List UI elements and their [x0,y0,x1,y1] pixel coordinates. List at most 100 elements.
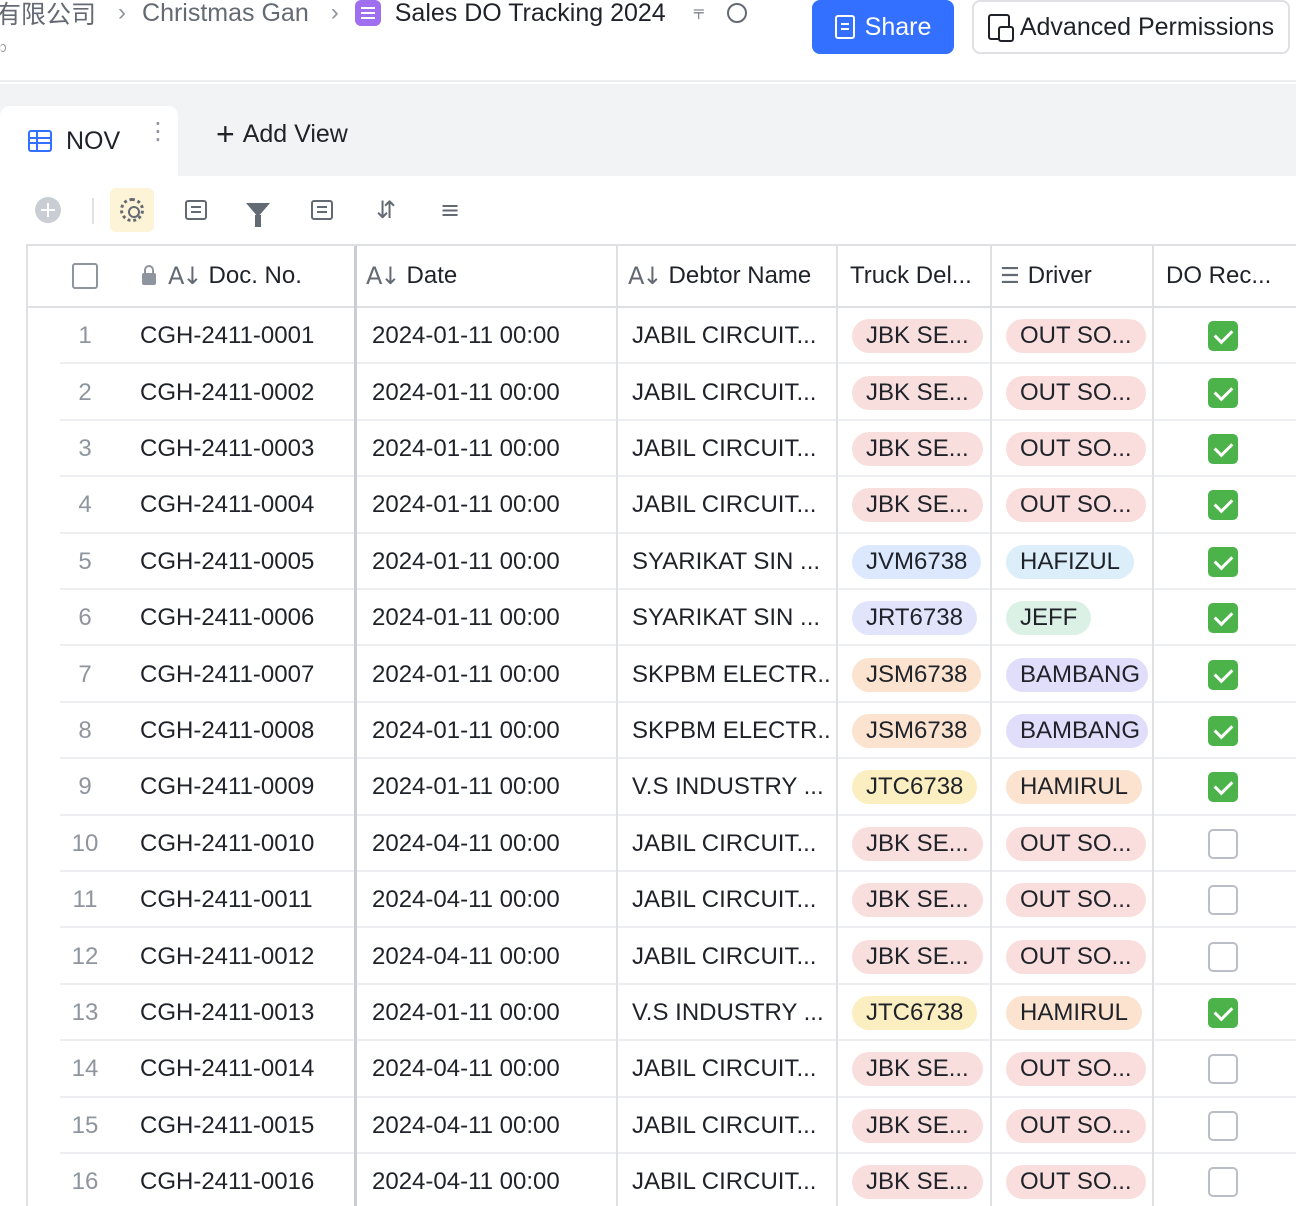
driver-cell[interactable]: OUT SO... [1006,872,1148,928]
table-row[interactable]: 6 CGH-2411-0006 2024-01-11 00:00 SYARIKAT S… [28,590,1296,647]
table-row[interactable]: 13 CGH-2411-0013 2024-01-11 00:00 V.S INDUS… [28,985,1296,1042]
debtor-cell[interactable]: JABIL CIRCUIT... [632,477,832,533]
truck-cell[interactable]: JTC6738 [852,985,986,1041]
breadcrumb-document[interactable]: Sales DO Tracking 2024 [395,0,666,28]
doc-no-cell[interactable]: CGH-2411-0013 [140,985,350,1041]
debtor-cell[interactable]: V.S INDUSTRY ... [632,759,832,815]
date-cell[interactable]: 2024-01-11 00:00 [372,477,612,533]
do-received-checkbox[interactable] [1208,715,1238,746]
date-cell[interactable]: 2024-04-11 00:00 [372,872,612,928]
sort-button[interactable]: ⇵ [364,188,408,232]
row-height-button[interactable]: ≡ [428,188,472,232]
doc-no-cell[interactable]: CGH-2411-0004 [140,477,350,533]
settings-button[interactable] [110,188,154,232]
driver-cell[interactable]: OUT SO... [1006,364,1148,420]
do-received-cell[interactable] [1208,646,1248,702]
doc-no-cell[interactable]: CGH-2411-0003 [140,421,350,477]
do-received-checkbox[interactable] [1208,772,1238,803]
breadcrumb-org[interactable]: 有限公司 [0,0,96,31]
doc-no-cell[interactable]: CGH-2411-0012 [140,928,350,984]
table-row[interactable]: 12 CGH-2411-0012 2024-04-11 00:00 JABIL CIR… [28,928,1296,985]
column-header-truck[interactable]: Truck Del... [850,246,1000,306]
doc-no-cell[interactable]: CGH-2411-0002 [140,364,350,420]
column-header-doc-no[interactable]: A↓ Doc. No. [142,246,352,306]
date-cell[interactable]: 2024-01-11 00:00 [372,703,612,759]
do-received-checkbox[interactable] [1208,1054,1238,1085]
table-row[interactable]: 5 CGH-2411-0005 2024-01-11 00:00 SYARIKAT S… [28,534,1296,590]
date-cell[interactable]: 2024-04-11 00:00 [372,1154,612,1206]
add-record-button[interactable] [26,188,70,232]
table-row[interactable]: 9 CGH-2411-0009 2024-01-11 00:00 V.S INDUST… [28,759,1296,816]
do-received-cell[interactable] [1208,872,1248,928]
column-header-driver[interactable]: ☰ Driver [1000,246,1150,306]
table-row[interactable]: 15 CGH-2411-0015 2024-04-11 00:00 JABIL CIR… [28,1098,1296,1154]
driver-cell[interactable]: HAMIRUL [1006,759,1148,815]
debtor-cell[interactable]: SKPBM ELECTR... [632,703,832,759]
add-view-button[interactable]: + Add View [216,118,348,150]
debtor-cell[interactable]: JABIL CIRCUIT... [632,816,832,872]
doc-no-cell[interactable]: CGH-2411-0005 [140,534,350,590]
do-received-cell[interactable] [1208,477,1248,533]
table-row[interactable]: 11 CGH-2411-0011 2024-04-11 00:00 JABIL CIR… [28,872,1296,929]
do-received-checkbox[interactable] [1208,490,1238,521]
advanced-permissions-button[interactable]: Advanced Permissions [972,0,1290,54]
truck-cell[interactable]: JVM6738 [852,534,986,590]
column-header-debtor[interactable]: A↓ Debtor Name [628,246,838,306]
doc-no-cell[interactable]: CGH-2411-0008 [140,703,350,759]
doc-no-cell[interactable]: CGH-2411-0009 [140,759,350,815]
truck-cell[interactable]: JBK SE... [852,308,986,364]
debtor-cell[interactable]: SYARIKAT SIN ... [632,534,832,590]
table-row[interactable]: 2 CGH-2411-0002 2024-01-11 00:00 JABIL CIRC… [28,364,1296,421]
table-row[interactable]: 1 CGH-2411-0001 2024-01-11 00:00 JABIL CIRC… [28,308,1296,365]
truck-cell[interactable]: JBK SE... [852,1098,986,1154]
driver-cell[interactable]: OUT SO... [1006,477,1148,533]
field-config-button[interactable] [174,188,218,232]
pin-icon[interactable]: ⫧ [686,0,712,26]
do-received-checkbox[interactable] [1208,828,1238,859]
share-button[interactable]: Share [812,0,954,54]
driver-cell[interactable]: OUT SO... [1006,308,1148,364]
table-row[interactable]: 16 CGH-2411-0016 2024-04-11 00:00 JABIL CIR… [28,1154,1296,1206]
table-row[interactable]: 7 CGH-2411-0007 2024-01-11 00:00 SKPBM ELEC… [28,646,1296,703]
do-received-checkbox[interactable] [1208,603,1238,634]
do-received-cell[interactable] [1208,759,1248,815]
table-row[interactable]: 8 CGH-2411-0008 2024-01-11 00:00 SKPBM ELEC… [28,703,1296,760]
debtor-cell[interactable]: JABIL CIRCUIT... [632,421,832,477]
group-button[interactable] [300,188,344,232]
table-row[interactable]: 4 CGH-2411-0004 2024-01-11 00:00 JABIL CIRC… [28,477,1296,534]
date-cell[interactable]: 2024-01-11 00:00 [372,364,612,420]
doc-no-cell[interactable]: CGH-2411-0010 [140,816,350,872]
date-cell[interactable]: 2024-01-11 00:00 [372,646,612,702]
column-header-date[interactable]: A↓ Date [366,246,616,306]
driver-cell[interactable]: BAMBANG [1006,703,1148,759]
truck-cell[interactable]: JBK SE... [852,872,986,928]
truck-cell[interactable]: JBK SE... [852,1041,986,1097]
breadcrumb-workspace[interactable]: Christmas Gan [142,0,309,28]
truck-cell[interactable]: JRT6738 [852,590,986,646]
debtor-cell[interactable]: SYARIKAT SIN ... [632,590,832,646]
driver-cell[interactable]: OUT SO... [1006,1154,1148,1206]
driver-cell[interactable]: OUT SO... [1006,1041,1148,1097]
doc-no-cell[interactable]: CGH-2411-0011 [140,872,350,928]
do-received-cell[interactable] [1208,308,1248,364]
truck-cell[interactable]: JBK SE... [852,421,986,477]
date-cell[interactable]: 2024-04-11 00:00 [372,816,612,872]
do-received-checkbox[interactable] [1208,659,1238,690]
truck-cell[interactable]: JSM6738 [852,646,986,702]
more-options-icon[interactable]: ⋮ [146,120,170,144]
driver-cell[interactable]: OUT SO... [1006,421,1148,477]
do-received-checkbox[interactable] [1208,997,1238,1028]
truck-cell[interactable]: JBK SE... [852,477,986,533]
driver-cell[interactable]: OUT SO... [1006,928,1148,984]
debtor-cell[interactable]: JABIL CIRCUIT... [632,928,832,984]
do-received-checkbox[interactable] [1208,546,1238,577]
do-received-cell[interactable] [1208,985,1248,1041]
date-cell[interactable]: 2024-01-11 00:00 [372,759,612,815]
truck-cell[interactable]: JBK SE... [852,1154,986,1206]
table-row[interactable]: 3 CGH-2411-0003 2024-01-11 00:00 JABIL CIRC… [28,421,1296,478]
debtor-cell[interactable]: SKPBM ELECTR... [632,646,832,702]
column-header-do-received[interactable]: DO Rec... [1166,246,1296,306]
driver-cell[interactable]: HAFIZUL [1006,534,1148,590]
debtor-cell[interactable]: JABIL CIRCUIT... [632,872,832,928]
do-received-cell[interactable] [1208,1154,1248,1206]
